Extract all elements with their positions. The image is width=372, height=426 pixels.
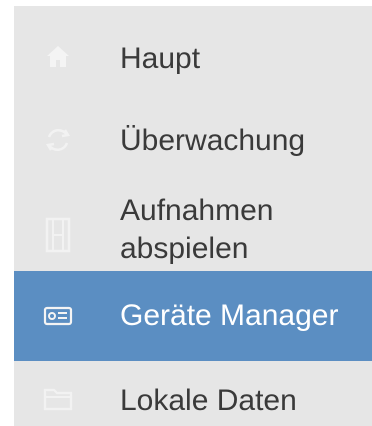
menu-item-lokale-daten[interactable]: Lokale Daten [14,368,372,426]
menu-item-haupt[interactable]: Haupt [14,24,372,92]
side-menu: Haupt Überwachung Aufnahmen abspielen Ge… [14,6,372,426]
device-recorder-icon [38,296,78,336]
menu-item-aufnahmen[interactable]: Aufnahmen abspielen [14,190,372,278]
folder-icon [38,378,78,418]
menu-item-label: Geräte Manager [120,299,339,332]
menu-item-ueberwachung[interactable]: Überwachung [14,106,372,176]
menu-item-geraete-manager[interactable]: Geräte Manager [14,271,372,361]
sync-camera-icon [38,120,78,160]
menu-item-label: Aufnahmen abspielen [120,194,274,265]
menu-item-label: Haupt [120,42,201,75]
menu-item-label: Überwachung [120,124,306,157]
menu-item-label: Lokale Daten [120,384,297,417]
film-icon [38,215,78,255]
home-icon [38,37,78,77]
